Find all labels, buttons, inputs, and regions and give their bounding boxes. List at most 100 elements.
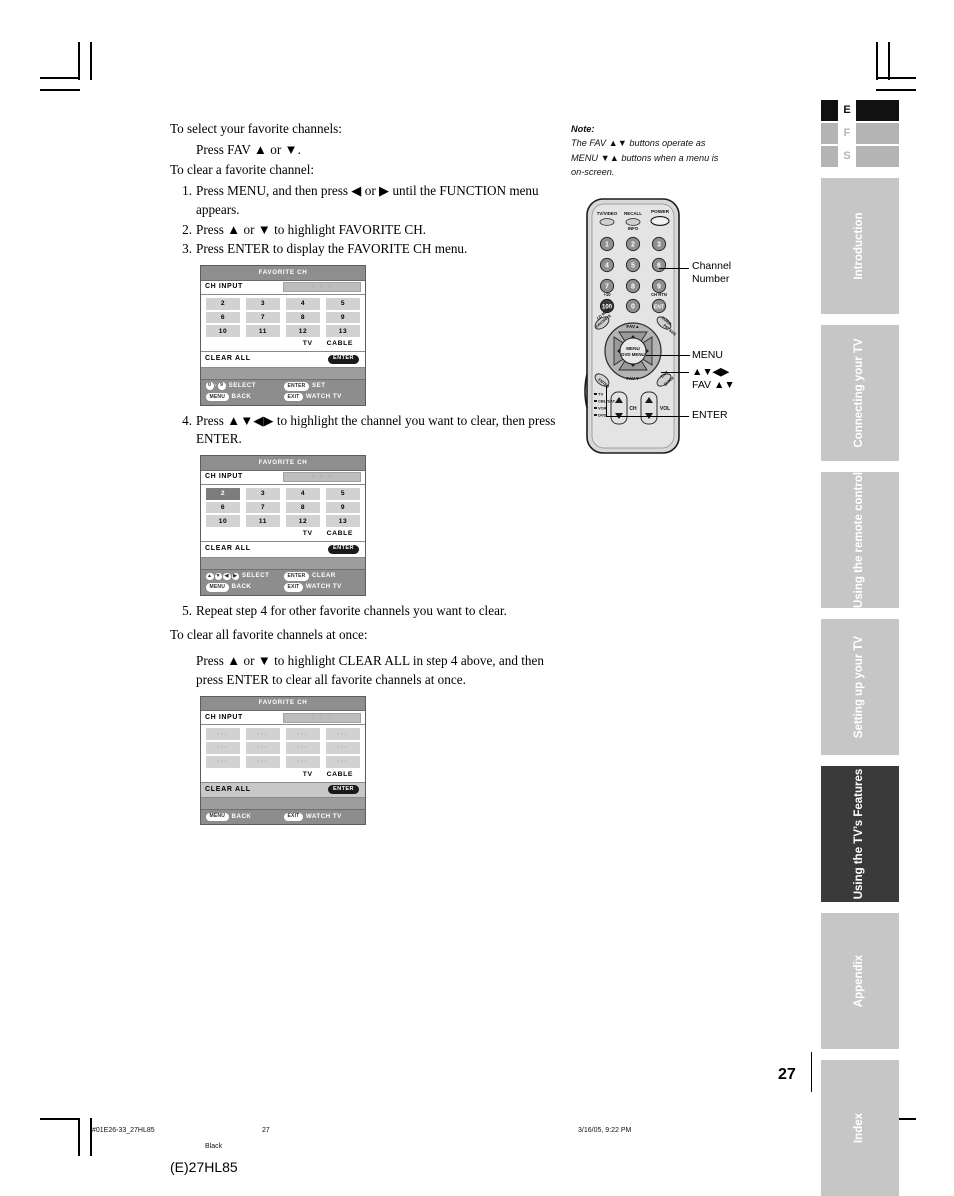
osd-channel-cell[interactable]: 5 [326, 487, 360, 500]
osd-footer-action-watch-tv: WATCH TV [305, 582, 342, 590]
language-bar [856, 146, 899, 167]
key-9: 9 [218, 382, 226, 390]
osd-favorite-ch-menu-1: FAVORITE CH CH INPUT · · · 2 3 4 5 6 7 8… [200, 265, 366, 406]
osd-channel-cell-empty[interactable]: ··· [286, 742, 320, 754]
osd-channel-cell[interactable]: 2 [206, 297, 240, 310]
osd-channel-cell[interactable]: 10 [206, 515, 240, 528]
svg-text:TV: TV [598, 392, 603, 397]
osd-channel-cell[interactable]: 7 [246, 311, 280, 324]
select-favorites-instruction: Press FAV ▲ or ▼. [196, 141, 301, 157]
osd-channel-cell[interactable]: 13 [326, 515, 360, 528]
osd-channel-cell[interactable]: 12 [286, 325, 320, 338]
language-swatch [821, 100, 838, 121]
key-menu: MENU [206, 393, 229, 402]
footer-color: Black [205, 1143, 223, 1150]
osd-channel-cell-empty[interactable]: ··· [246, 742, 280, 754]
osd-footer-action-watch-tv: WATCH TV [305, 812, 342, 820]
osd-channel-cell-empty[interactable]: ··· [206, 755, 240, 768]
sidebar-tab-using-the-tvs-features[interactable]: Using the TV’s Features [821, 766, 899, 902]
clear-all-instruction: Press ▲ or ▼ to highlight CLEAR ALL in s… [196, 653, 544, 687]
list-item: 3. Press ENTER to display the FAVORITE CH… [170, 240, 560, 259]
page-number-rule [811, 1052, 812, 1092]
osd-clear-all-row[interactable]: CLEAR ALL ENTER [201, 541, 365, 558]
osd-channel-cell-empty[interactable]: ··· [326, 742, 360, 754]
osd-channel-cell-empty[interactable]: ··· [246, 755, 280, 768]
list-item: 4. Press ▲▼◀▶ to highlight the channel yo… [170, 412, 560, 449]
osd-channel-cell[interactable]: 12 [286, 515, 320, 528]
svg-text:7: 7 [605, 284, 609, 291]
svg-text:CH RTN: CH RTN [651, 292, 667, 297]
sidebar-tab-introduction[interactable]: Introduction [821, 178, 899, 314]
osd-channel-cell-empty[interactable]: ··· [206, 742, 240, 754]
osd-channel-grid-wrap: 2 3 4 5 6 7 8 9 10 11 12 13 [201, 294, 365, 339]
note-line-2: MENU ▼▲ buttons when a menu is [571, 152, 719, 163]
sidebar-tab-setting-up-your-tv[interactable]: Setting up your TV [821, 619, 899, 755]
osd-channel-cell-empty[interactable]: ··· [246, 728, 280, 741]
osd-footer-hint-watch-tv: EXIT WATCH TV [284, 583, 342, 592]
osd-footer-hint-select: 0 - 9 SELECT [206, 382, 284, 391]
osd-channel-cell[interactable]: 6 [206, 311, 240, 324]
language-letter: E [843, 104, 851, 116]
key-left: ◀ [223, 572, 231, 581]
osd-footer-action-clear: CLEAR [311, 572, 336, 580]
osd-footer-hint-set: ENTER SET [284, 382, 326, 391]
svg-text:4: 4 [605, 263, 609, 270]
osd-channel-cell[interactable]: 4 [286, 297, 320, 310]
key-enter: ENTER [284, 572, 309, 581]
osd-channel-cell[interactable]: 3 [246, 297, 280, 310]
osd-channel-cell-empty[interactable]: ··· [206, 728, 240, 741]
svg-text:FAV▼: FAV▼ [626, 376, 639, 381]
osd-channel-cell[interactable]: 9 [326, 311, 360, 324]
instructions-column: To select your favorite channels: Press … [170, 120, 560, 831]
osd-clear-all-row[interactable]: CLEAR ALL ENTER [201, 351, 365, 368]
key-enter: ENTER [284, 382, 309, 391]
osd-channel-cell-empty[interactable]: ··· [286, 728, 320, 741]
list-item: 5. Repeat step 4 for other favorite chann… [170, 602, 560, 621]
osd-footer: 0 - 9 SELECT ENTER SET MENU BACK EXIT WA… [201, 378, 365, 405]
osd-channel-cell[interactable]: 9 [326, 501, 360, 514]
language-tab-f[interactable]: F [821, 123, 899, 144]
osd-channel-cell-empty[interactable]: ··· [286, 755, 320, 768]
osd-channel-cell[interactable]: 10 [206, 325, 240, 338]
key-menu: MENU [206, 812, 229, 822]
svg-text:0: 0 [631, 304, 635, 311]
osd-clear-all-label: CLEAR ALL [205, 545, 251, 553]
language-tab-s[interactable]: S [821, 146, 899, 167]
osd-footer-hint-watch-tv: EXIT WATCH TV [284, 393, 342, 402]
osd-title: FAVORITE CH [201, 456, 365, 471]
osd-footer-hint-select: ▲ ▼ ◀ ▶ SELECT [206, 572, 284, 581]
sidebar-tab-label: Introduction [853, 212, 866, 280]
language-tab-e[interactable]: E [821, 100, 899, 121]
step-number: 1. [182, 183, 192, 199]
osd-channel-cell[interactable]: 6 [206, 501, 240, 514]
osd-channel-cell[interactable]: 8 [286, 311, 320, 324]
osd-channel-cell[interactable]: 7 [246, 501, 280, 514]
svg-text:VOL: VOL [660, 406, 670, 412]
sidebar-tab-using-the-remote-control[interactable]: Using the remote control [821, 472, 899, 608]
sidebar-tab-appendix[interactable]: Appendix [821, 913, 899, 1049]
crop-mark-bl-v2 [90, 1118, 92, 1156]
osd-channel-cell[interactable]: 4 [286, 487, 320, 500]
osd-channel-cell[interactable]: 11 [246, 325, 280, 338]
osd-channel-cell[interactable]: 5 [326, 297, 360, 310]
osd-ch-input-value: · · · [283, 712, 361, 723]
osd-channel-cell[interactable]: 3 [246, 487, 280, 500]
osd-tv-label: TV [302, 530, 313, 538]
note-line-1: The FAV ▲▼ buttons operate as [571, 138, 706, 149]
osd-spacer [201, 367, 365, 379]
osd-channel-cell[interactable]: 8 [286, 501, 320, 514]
osd-channel-cell-empty[interactable]: ··· [326, 755, 360, 768]
osd-footer-row-1: 0 - 9 SELECT ENTER SET [206, 382, 360, 391]
osd-ch-input-row: CH INPUT · · · [201, 711, 365, 726]
svg-text:+10: +10 [603, 292, 611, 297]
sidebar-tab-connecting-your-tv[interactable]: Connecting your TV [821, 325, 899, 461]
callout-arrows-fav: ▲▼◀▶ FAV ▲▼ [692, 366, 735, 392]
osd-footer-row-2: MENU BACK EXIT WATCH TV [206, 393, 360, 402]
osd-channel-cell-selected[interactable]: 2 [206, 487, 240, 500]
sidebar-tab-index[interactable]: Index [821, 1060, 899, 1196]
osd-channel-cell[interactable]: 13 [326, 325, 360, 338]
osd-channel-cell-empty[interactable]: ··· [326, 728, 360, 741]
osd-clear-all-row-selected[interactable]: CLEAR ALL ENTER [201, 781, 365, 799]
osd-channel-cell[interactable]: 11 [246, 515, 280, 528]
step-text: Press ENTER to display the FAVORITE CH m… [196, 241, 468, 257]
